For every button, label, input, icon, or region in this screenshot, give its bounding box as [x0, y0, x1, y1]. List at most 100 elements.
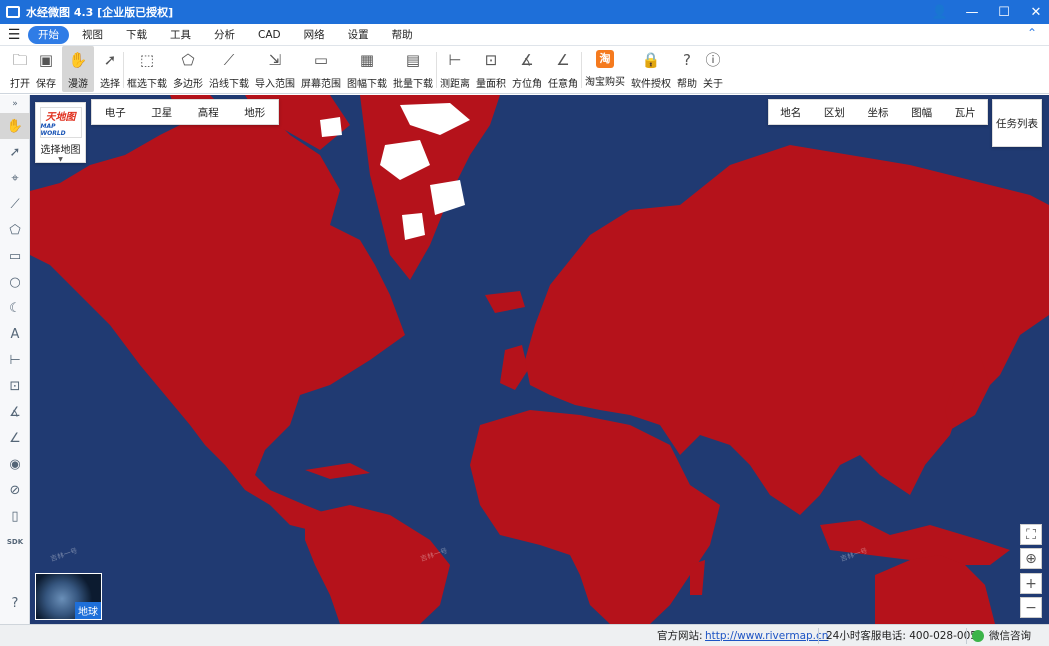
- zoom-out-button[interactable]: −: [1020, 597, 1042, 618]
- support-phone: 24小时客服电话: 400-028-0050: [826, 630, 984, 642]
- azimuth-button[interactable]: ∡ 方位角: [512, 46, 542, 92]
- map-type-vector[interactable]: 电子: [105, 105, 126, 120]
- measure-area-button[interactable]: ⊡ 量面积: [476, 46, 506, 92]
- about-button[interactable]: ⓘ 关于: [703, 46, 723, 92]
- layer-tiles[interactable]: 瓦片: [955, 105, 976, 120]
- expand-sidebar-icon[interactable]: »: [0, 95, 30, 113]
- wechat-icon: [972, 629, 984, 642]
- help-circle-icon[interactable]: ?: [0, 590, 30, 616]
- status-divider: [966, 628, 967, 644]
- pan-button[interactable]: ✋ 漫游: [62, 46, 94, 92]
- globe-overview[interactable]: 地球: [35, 573, 102, 620]
- menu-settings[interactable]: 设置: [338, 26, 379, 44]
- draw-rectangle-icon[interactable]: ▭: [0, 243, 30, 269]
- draw-circle-icon[interactable]: ○: [0, 269, 30, 295]
- azimuth-tool-icon[interactable]: ∡: [0, 399, 30, 425]
- screen-range-icon: ▭: [313, 51, 329, 69]
- minimize-button[interactable]: —: [959, 5, 985, 20]
- map-type-switcher: 电子 卫星 高程 地形: [91, 99, 279, 125]
- fullscreen-icon[interactable]: ⛶: [1020, 524, 1042, 545]
- window-controls: 👤 — ☐ ✕: [921, 0, 1049, 24]
- menu-cad[interactable]: CAD: [248, 26, 291, 44]
- toolbar-divider: [436, 52, 437, 88]
- globe-icon[interactable]: ◉: [0, 451, 30, 477]
- info-icon: ⓘ: [705, 51, 721, 69]
- draw-polygon-icon[interactable]: ⬠: [0, 217, 30, 243]
- pan-tool-icon[interactable]: ✋: [0, 113, 30, 139]
- menu-analysis[interactable]: 分析: [204, 26, 245, 44]
- line-download-button[interactable]: ⟋ 沿线下载: [209, 46, 249, 92]
- map-type-terrain[interactable]: 地形: [244, 105, 265, 120]
- area-icon: ⊡: [484, 51, 498, 69]
- batch-download-button[interactable]: ▤ 批量下载: [393, 46, 433, 92]
- layer-place-names[interactable]: 地名: [780, 105, 801, 120]
- hamburger-menu-icon[interactable]: ☰: [0, 27, 28, 43]
- import-range-button[interactable]: ⇲ 导入范围: [255, 46, 295, 92]
- menu-network[interactable]: 网络: [294, 26, 335, 44]
- angle-button[interactable]: ∠ 任意角: [548, 46, 578, 92]
- save-icon: ▣: [38, 51, 54, 69]
- open-button[interactable]: 🗀 打开: [10, 46, 30, 92]
- menu-view[interactable]: 视图: [72, 26, 113, 44]
- left-toolbar: » ✋ ➚ ⌖ ⟋ ⬠ ▭ ○ ☾ A ⊢ ⊡ ∡ ∠ ◉ ⊘ ▯ SDK ?: [0, 95, 30, 624]
- menu-download[interactable]: 下载: [116, 26, 157, 44]
- polygon-download-button[interactable]: ⬠ 多边形: [173, 46, 203, 92]
- license-button[interactable]: 🔒 软件授权: [631, 46, 671, 92]
- help-button[interactable]: ? 帮助: [677, 46, 697, 92]
- user-icon[interactable]: 👤: [927, 5, 953, 20]
- box-download-button[interactable]: ⬚ 框选下载: [127, 46, 167, 92]
- close-button[interactable]: ✕: [1023, 5, 1049, 20]
- menu-start[interactable]: 开始: [28, 25, 69, 44]
- collapse-ribbon-icon[interactable]: ⌃: [1027, 26, 1037, 40]
- task-list-button[interactable]: 任务列表: [992, 99, 1042, 147]
- save-button[interactable]: ▣ 保存: [36, 46, 56, 92]
- import-range-icon: ⇲: [268, 51, 282, 69]
- folder-icon: 🗀: [12, 51, 28, 69]
- cursor-icon: ➚: [103, 51, 117, 69]
- map-type-elevation[interactable]: 高程: [198, 105, 219, 120]
- menu-tools[interactable]: 工具: [160, 26, 201, 44]
- basemap-selector[interactable]: 天地图 MAP WORLD 选择地图 ▼: [35, 102, 86, 163]
- world-map[interactable]: [30, 95, 1049, 624]
- draw-line-icon[interactable]: ⟋: [0, 191, 30, 217]
- angle-icon: ∠: [556, 51, 570, 69]
- zoom-in-button[interactable]: +: [1020, 573, 1042, 594]
- polygon-download-icon: ⬠: [181, 51, 195, 69]
- angle-tool-icon[interactable]: ∠: [0, 425, 30, 451]
- taobao-icon: 淘: [596, 50, 614, 68]
- title-bar: 水经微图 4.3 [企业版已授权] 👤 — ☐ ✕: [0, 0, 1049, 24]
- screen-range-button[interactable]: ▭ 屏幕范围: [301, 46, 341, 92]
- measure-distance-button[interactable]: ⊢ 测距离: [440, 46, 470, 92]
- wechat-consult-button[interactable]: 微信咨询: [972, 628, 1031, 643]
- measure-area-icon[interactable]: ⊡: [0, 373, 30, 399]
- hand-icon: ✋: [68, 51, 88, 69]
- add-text-icon[interactable]: A: [0, 321, 30, 347]
- website-label: 官方网站:: [657, 630, 703, 642]
- locate-icon[interactable]: ⊕: [1020, 548, 1042, 569]
- menu-help[interactable]: 帮助: [382, 26, 423, 44]
- layer-sheets[interactable]: 图幅: [911, 105, 932, 120]
- layer-boundaries[interactable]: 区划: [824, 105, 845, 120]
- draw-point-icon[interactable]: ⌖: [0, 165, 30, 191]
- box-download-icon: ⬚: [139, 51, 155, 69]
- select-tool-icon[interactable]: ➚: [0, 139, 30, 165]
- status-bar: 官方网站: http://www.rivermap.cn 24小时客服电话: 4…: [0, 624, 1049, 646]
- map-type-satellite[interactable]: 卫星: [151, 105, 172, 120]
- maximize-button[interactable]: ☐: [991, 5, 1017, 20]
- menu-bar: ☰ 开始 视图 下载 工具 分析 CAD 网络 设置 帮助 ⌃: [0, 24, 1049, 46]
- phone-icon[interactable]: ▯: [0, 503, 30, 529]
- taobao-buy-button[interactable]: 淘淘宝购买: [585, 46, 625, 92]
- sdk-icon[interactable]: SDK: [0, 529, 30, 555]
- draw-sector-icon[interactable]: ☾: [0, 295, 30, 321]
- azimuth-icon: ∡: [520, 51, 534, 69]
- map-view[interactable]: 吉林一号 吉林一号 吉林一号 天地图 MAP WORLD 选择地图 ▼ 电子 卫…: [30, 95, 1049, 624]
- select-button[interactable]: ➚ 选择: [100, 46, 120, 92]
- toolbar-divider: [581, 52, 582, 88]
- layer-coordinates[interactable]: 坐标: [867, 105, 888, 120]
- sheet-download-button[interactable]: ▦ 图幅下载: [347, 46, 387, 92]
- website-link[interactable]: http://www.rivermap.cn: [705, 630, 828, 642]
- measure-distance-icon[interactable]: ⊢: [0, 347, 30, 373]
- link-icon[interactable]: ⊘: [0, 477, 30, 503]
- sheet-download-icon: ▦: [359, 51, 375, 69]
- ruler-icon: ⊢: [448, 51, 462, 69]
